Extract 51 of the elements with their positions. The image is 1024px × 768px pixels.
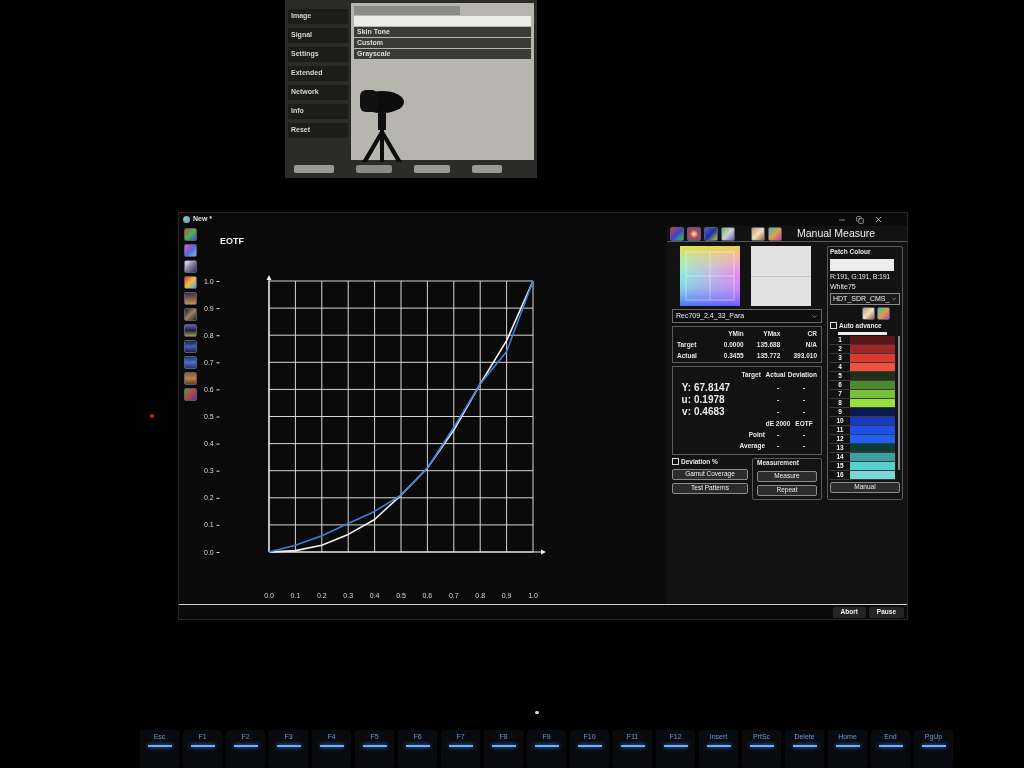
scrollbar[interactable] xyxy=(898,335,900,470)
checkbox[interactable] xyxy=(672,458,679,466)
table-cell-text: - xyxy=(775,405,781,418)
patch-list-header xyxy=(838,331,887,335)
table-cell-text: - xyxy=(801,428,807,441)
app-logo-icon xyxy=(183,216,190,223)
reading-label: u: xyxy=(680,393,691,408)
caret-icon xyxy=(811,312,818,320)
indicator-light-icon xyxy=(535,711,539,714)
reading-value: 67.8147 xyxy=(693,381,732,395)
gradient-tile-icon[interactable] xyxy=(183,324,197,338)
table-cell-text: - xyxy=(775,428,781,441)
reading-label: Y: xyxy=(680,381,691,396)
reading-label: v: xyxy=(681,405,691,420)
table-cell-text: - xyxy=(801,439,807,452)
gradient-tile-icon[interactable] xyxy=(183,372,197,386)
patch-preview xyxy=(751,246,811,307)
gradient-tile-icon[interactable] xyxy=(183,260,197,274)
table-cell-text: - xyxy=(775,393,781,406)
restore-icon[interactable] xyxy=(856,215,864,224)
gradient-tile-icon[interactable] xyxy=(183,244,197,258)
checkbox[interactable] xyxy=(830,322,837,330)
panel-title: Manual Measure xyxy=(797,225,876,241)
table-cell-text: - xyxy=(801,405,807,418)
gradient-tile-icon[interactable] xyxy=(721,226,735,241)
table-cell-text: - xyxy=(775,439,781,452)
gradient-tile-icon[interactable] xyxy=(768,226,782,241)
gradient-tile-icon[interactable] xyxy=(183,388,197,402)
table-cell-text: - xyxy=(801,393,807,406)
gradient-tile-icon[interactable] xyxy=(862,306,875,320)
close-icon[interactable] xyxy=(874,215,883,224)
chart-title: EOTF xyxy=(220,236,244,247)
patch-colour-swatch xyxy=(830,258,894,271)
gradient-tile-icon[interactable] xyxy=(183,340,197,354)
indicator-light-icon xyxy=(150,414,154,418)
gradient-tile-icon[interactable] xyxy=(670,226,684,241)
reading-value: 0.1978 xyxy=(693,393,726,407)
caret-icon xyxy=(891,295,897,302)
gradient-tile-icon[interactable] xyxy=(687,226,701,241)
gradient-tile-icon[interactable] xyxy=(183,276,197,290)
table-cell-text: - xyxy=(775,381,781,394)
gradient-tile-icon[interactable] xyxy=(877,306,890,320)
reading-value: 0.4683 xyxy=(693,405,726,420)
gradient-tile-icon[interactable] xyxy=(183,292,197,306)
gradient-tile-icon[interactable] xyxy=(183,228,197,242)
table-cell-text: - xyxy=(801,381,807,394)
color-gradient-preview xyxy=(680,246,740,307)
gradient-tile-icon[interactable] xyxy=(183,356,197,370)
gradient-tile-icon[interactable] xyxy=(183,308,197,322)
gradient-tile-icon[interactable] xyxy=(704,226,718,241)
gradient-tile-icon[interactable] xyxy=(751,226,765,241)
